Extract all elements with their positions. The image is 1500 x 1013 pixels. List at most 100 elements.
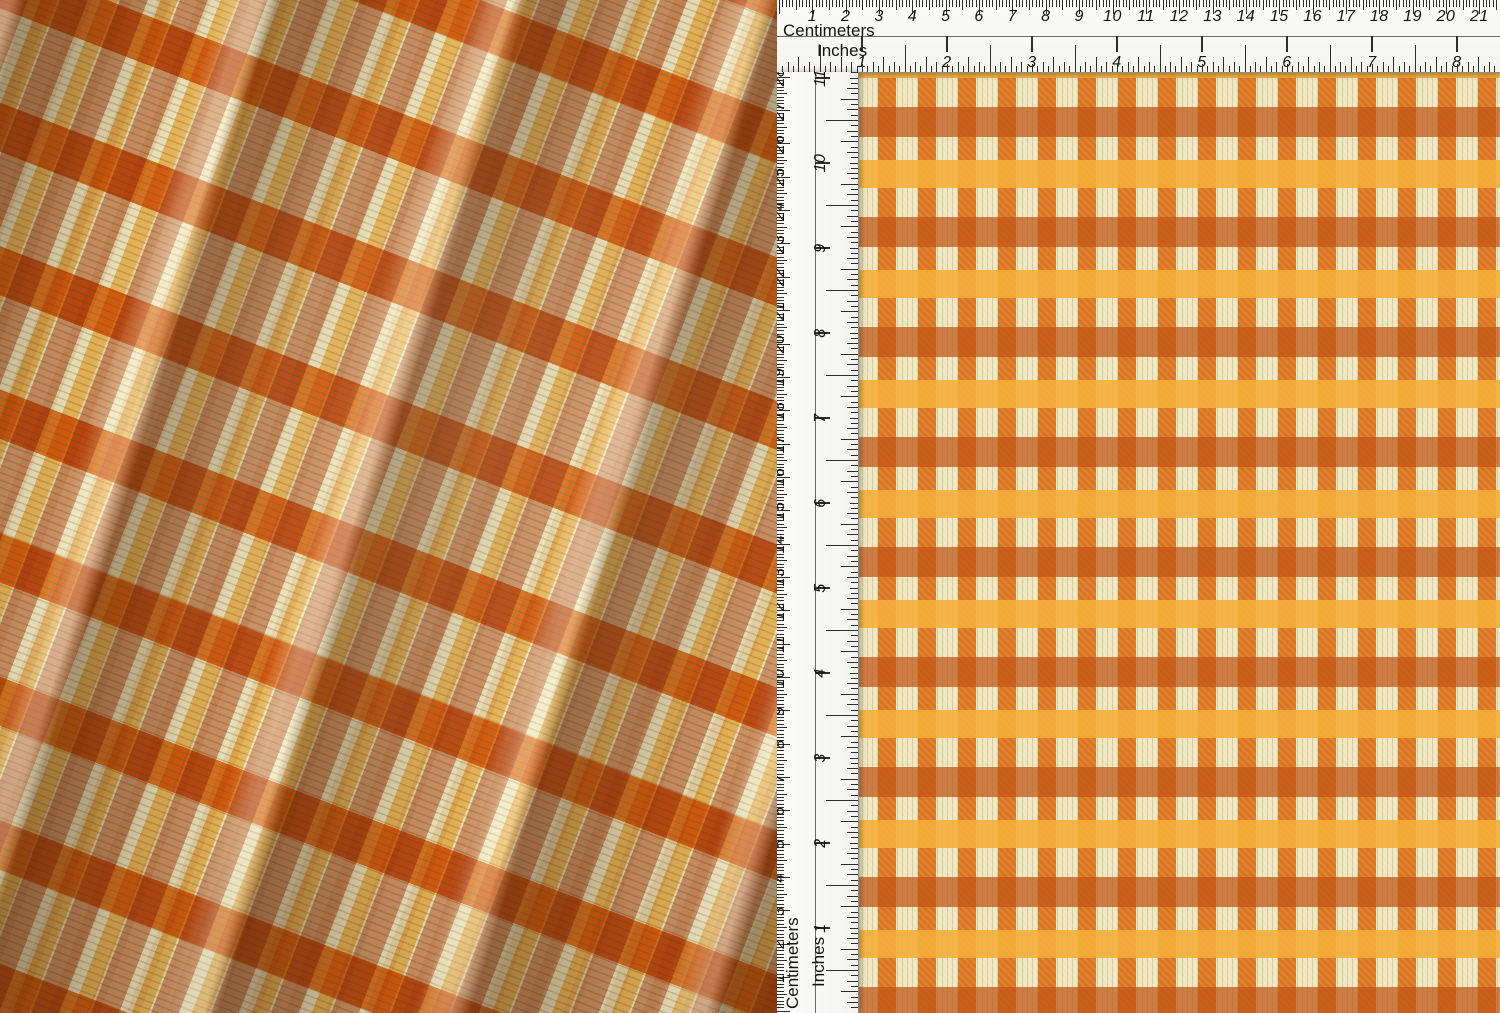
inch-fraction-tick [850,72,858,74]
inch-fraction-tick [1409,65,1411,72]
cm-tick [1202,0,1204,7]
vertical-inches-label: Inches [809,936,828,987]
inch-fraction-tick [850,486,858,488]
inch-fraction-tick [915,62,917,72]
inch-fraction-tick [1446,62,1448,72]
inch-fraction-tick [1026,65,1028,72]
inch-fraction-tick [1287,64,1288,72]
inch-fraction-tick [1202,64,1203,72]
inch-fraction-tick [850,114,858,116]
cm-tick [819,0,821,7]
inch-fraction-tick [846,513,858,515]
cm-tick [1389,0,1391,7]
inch-fraction-tick [850,645,858,647]
cm-tick [777,226,787,228]
inch-fraction-tick [1074,45,1076,72]
inch-fraction-tick [1414,45,1416,72]
inch-fraction-tick [850,82,858,84]
inch-fraction-tick [1223,57,1225,72]
cm-number-label: 27 [777,101,788,120]
cm-tick [1085,0,1087,7]
cm-tick [1055,0,1057,7]
inch-fraction-tick [850,624,858,626]
cm-tick [1339,0,1341,7]
inch-fraction-tick [846,385,858,387]
inch-fraction-tick [1494,65,1496,72]
cm-number-label: 12 [777,601,788,621]
cm-tick [777,693,787,695]
cm-tick [779,0,780,14]
cm-number-label: 14 [777,534,788,554]
inch-fraction-tick [841,736,858,738]
cm-tick [1209,0,1211,7]
inch-fraction-tick [846,151,858,153]
cm-tick [1292,0,1294,7]
cm-number-label: 6 [777,796,788,826]
inch-fraction-tick [1398,65,1400,72]
inch-fraction-tick [850,327,858,329]
cm-number-label: 18 [1369,8,1389,25]
cm-tick [1486,0,1488,7]
cm-number-label: 26 [777,134,788,154]
inch-fraction-tick [846,236,858,238]
cm-tick [792,0,794,7]
inch-fraction-tick [840,57,842,72]
inch-fraction-tick [850,295,858,297]
cm-tick [1175,0,1177,7]
cm-tick [1299,0,1301,7]
inch-fraction-tick [1462,65,1464,72]
cm-tick [1032,0,1034,7]
inch-fraction-tick [846,406,858,408]
cm-tick [1492,0,1494,7]
cm-number-label: 8 [777,729,788,759]
inch-fraction-tick [850,815,858,817]
inch-fraction-tick [850,932,858,934]
inch-fraction-tick [841,821,858,823]
inch-fraction-tick [826,375,858,376]
inch-fraction-tick [1164,65,1166,72]
cm-tick [959,0,961,7]
cm-tick [1352,0,1354,7]
cm-tick [842,0,844,7]
inch-fraction-tick [850,592,858,594]
cm-tick [1005,0,1007,7]
cm-tick [777,393,787,395]
inch-fraction-tick [850,252,858,254]
cm-tick [777,126,787,128]
cm-number-label: 19 [777,368,788,387]
cm-tick [815,0,817,7]
vertical-ruler-divider [815,72,816,1013]
inch-fraction-tick [846,258,858,260]
inch-fraction-tick [826,545,858,546]
cm-tick [909,0,911,7]
inch-fraction-tick [846,364,858,366]
cm-tick [1099,0,1101,7]
cm-tick [1115,0,1117,7]
inch-fraction-tick [1419,65,1421,72]
inch-fraction-tick [888,65,890,72]
inch-fraction-tick [947,64,948,72]
inch-fraction-tick [850,1007,858,1009]
inch-fraction-tick [850,837,858,839]
cm-tick [1409,0,1411,7]
inch-fraction-tick [850,672,858,674]
inch-fraction-tick [850,752,858,754]
cm-tick [832,0,834,7]
inch-fraction-tick [846,88,858,90]
inch-fraction-tick [850,412,858,414]
cm-tick [1402,0,1404,7]
cm-number-label: 18 [777,401,788,421]
cm-tick [1249,0,1251,7]
inch-fraction-tick [850,996,858,998]
inch-fraction-tick [850,964,858,966]
inch-fraction-tick [1430,65,1432,72]
inch-fraction-tick [1148,62,1150,72]
cm-tick [902,0,904,7]
cm-tick [1125,0,1127,7]
cm-tick [1282,0,1284,7]
inch-fraction-tick [1297,62,1299,72]
inch-fraction-tick [850,316,858,318]
cm-tick [1255,0,1257,7]
cm-tick [1302,0,1304,7]
inch-fraction-tick [846,725,858,727]
